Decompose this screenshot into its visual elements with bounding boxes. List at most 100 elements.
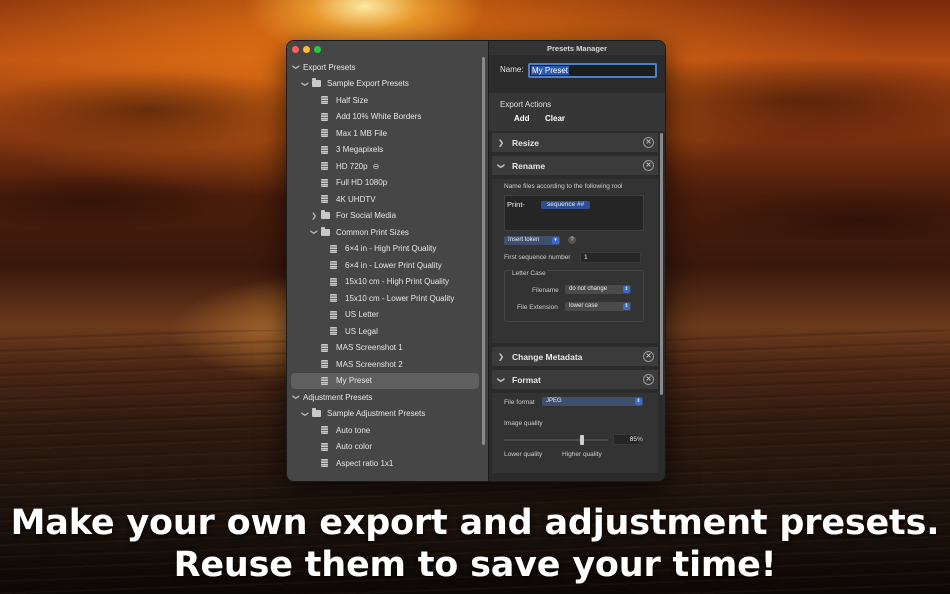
folder-item[interactable]: ❯ For Social Media [287,208,483,225]
preset-document-icon [321,96,328,105]
preset-item[interactable]: US Letter [287,307,483,324]
preset-item[interactable]: MAS Screenshot 2 [287,356,483,373]
item-label: Max 1 MB File [336,128,388,138]
preset-item[interactable]: Add 10% White Borders [287,109,483,126]
updown-arrows-icon: ⇕ [635,398,642,405]
preset-document-icon [321,442,328,451]
section-metadata-header[interactable]: ❯ Change Metadata ✕ [492,347,658,366]
preset-item[interactable]: MAS Screenshot 1 [287,340,483,357]
item-label: Sample Export Presets [327,79,409,89]
remove-section-icon[interactable]: ✕ [643,160,654,171]
preset-document-icon [321,426,328,435]
first-sequence-input[interactable]: 1 [580,252,641,263]
preset-document-icon [321,129,328,138]
item-label: My Preset [336,376,373,386]
preset-name-value: My Preset [531,66,570,75]
dropdown-arrow-icon: ▾ [552,237,559,244]
group-item[interactable]: ❯ Export Presets [287,59,483,76]
pattern-text: Print- [507,200,525,209]
sidebar-scrollbar[interactable] [482,57,485,445]
sidebar: ❯ Export Presets ❯ Sample Export Presets Hal… [287,41,488,481]
filename-label: Filename [532,287,559,294]
folder-icon [312,408,321,418]
folder-item[interactable]: ❯ Sample Export Presets [287,76,483,93]
section-title: Format [512,374,541,385]
file-format-select[interactable]: JPEG ⇕ [542,397,643,406]
item-label: 4K UHDTV [336,194,376,204]
group-item[interactable]: ❯ Adjustment Presets [287,389,483,406]
preset-item[interactable]: Max 1 MB File [287,125,483,142]
item-label: Half Size [336,95,369,105]
file-extension-label: File Extension [517,304,558,311]
caption-line-1: Make your own export and adjustment pres… [10,503,940,543]
folder-item[interactable]: ❯ Sample Adjustment Presets [287,406,483,423]
item-label: For Social Media [336,211,397,221]
preset-item[interactable]: HD 720p ⊖ [287,158,483,175]
chevron-down-icon: ❯ [497,376,504,383]
preset-item[interactable]: 15x10 cm - Lower Print Quality [287,290,483,307]
item-label: Auto color [336,442,373,452]
item-label: 15x10 cm - Lower Print Quality [345,293,455,303]
add-action-button[interactable]: Add [514,114,530,123]
preset-document-icon [321,343,328,352]
preset-name-input[interactable]: My Preset [528,63,657,78]
item-label: 6×4 in - Lower Print Quality [345,260,442,270]
traffic-lights [292,46,321,53]
filename-case-select[interactable]: do not change ⇕ [565,285,631,294]
zoom-window-button[interactable] [314,46,321,53]
remove-section-icon[interactable]: ✕ [643,374,654,385]
preset-document-icon [321,459,328,468]
section-format-header[interactable]: ❯ Format ✕ [492,370,658,389]
preset-item[interactable]: Half Size [287,92,483,109]
preset-item[interactable]: 3 Megapixels [287,142,483,159]
remove-section-icon[interactable]: ✕ [643,137,654,148]
chevron-down-icon[interactable]: ❯ [301,80,309,88]
folder-icon [321,210,330,220]
folder-item[interactable]: ❯ Common Print Sizes [287,224,483,241]
help-icon[interactable]: ? [568,236,576,244]
close-window-button[interactable] [292,46,299,53]
preset-item[interactable]: 4K UHDTV [287,191,483,208]
chevron-down-icon[interactable]: ❯ [292,63,300,71]
preset-item[interactable]: Aspect ratio 1x1 [287,455,483,472]
chevron-down-icon[interactable]: ❯ [310,228,318,236]
presets-manager-window: ❯ Export Presets ❯ Sample Export Presets Hal… [286,40,666,482]
export-actions-title: Export Actions [500,100,552,109]
remove-section-icon[interactable]: ✕ [643,351,654,362]
item-label: Export Presets [303,62,356,72]
section-resize-header[interactable]: ❯ Resize ✕ [492,133,658,152]
caption-line-2: Reuse them to save your time! [173,545,777,585]
preset-item[interactable]: Auto tone [287,422,483,439]
format-body: File format JPEG ⇕ Image quality 85 % Lo… [492,393,658,473]
main-scrollbar[interactable] [660,133,663,395]
filename-case-value: do not change [569,286,608,292]
preset-item[interactable]: 6×4 in - High Print Quality [287,241,483,258]
preset-item[interactable]: 15x10 cm - High Print Quality [287,274,483,291]
section-title: Rename [512,160,546,171]
item-label: MAS Screenshot 2 [336,359,403,369]
preset-item[interactable]: US Legal [287,323,483,340]
preset-document-icon [330,294,337,303]
chevron-down-icon[interactable]: ❯ [292,393,300,401]
insert-token-button[interactable]: Insert token ▾ [504,236,560,245]
preset-item[interactable]: 6×4 in - Lower Print Quality [287,257,483,274]
preset-item[interactable]: Full HD 1080p [287,175,483,192]
quality-slider[interactable] [504,435,608,445]
sequence-token[interactable]: sequence ## [541,201,591,209]
quality-input[interactable]: 85 [613,434,640,445]
extension-case-value: lower case [569,303,598,309]
section-rename-header[interactable]: ❯ Rename ✕ [492,156,658,175]
extension-case-select[interactable]: lower case ⇕ [565,302,631,311]
item-label: Aspect ratio 1x1 [336,458,394,468]
chevron-down-icon[interactable]: ❯ [301,410,309,418]
minimize-window-button[interactable] [303,46,310,53]
preset-item[interactable]: Auto color [287,439,483,456]
clear-actions-button[interactable]: Clear [545,114,565,123]
preset-item[interactable]: My Preset [291,372,479,389]
updown-arrows-icon: ⇕ [623,286,630,293]
item-label: Sample Adjustment Presets [327,409,426,419]
name-label: Name: [500,65,524,74]
quality-slider-knob[interactable] [580,435,585,445]
chevron-right-icon[interactable]: ❯ [310,212,318,220]
rename-pattern-field[interactable]: Print- sequence ## [504,195,644,231]
